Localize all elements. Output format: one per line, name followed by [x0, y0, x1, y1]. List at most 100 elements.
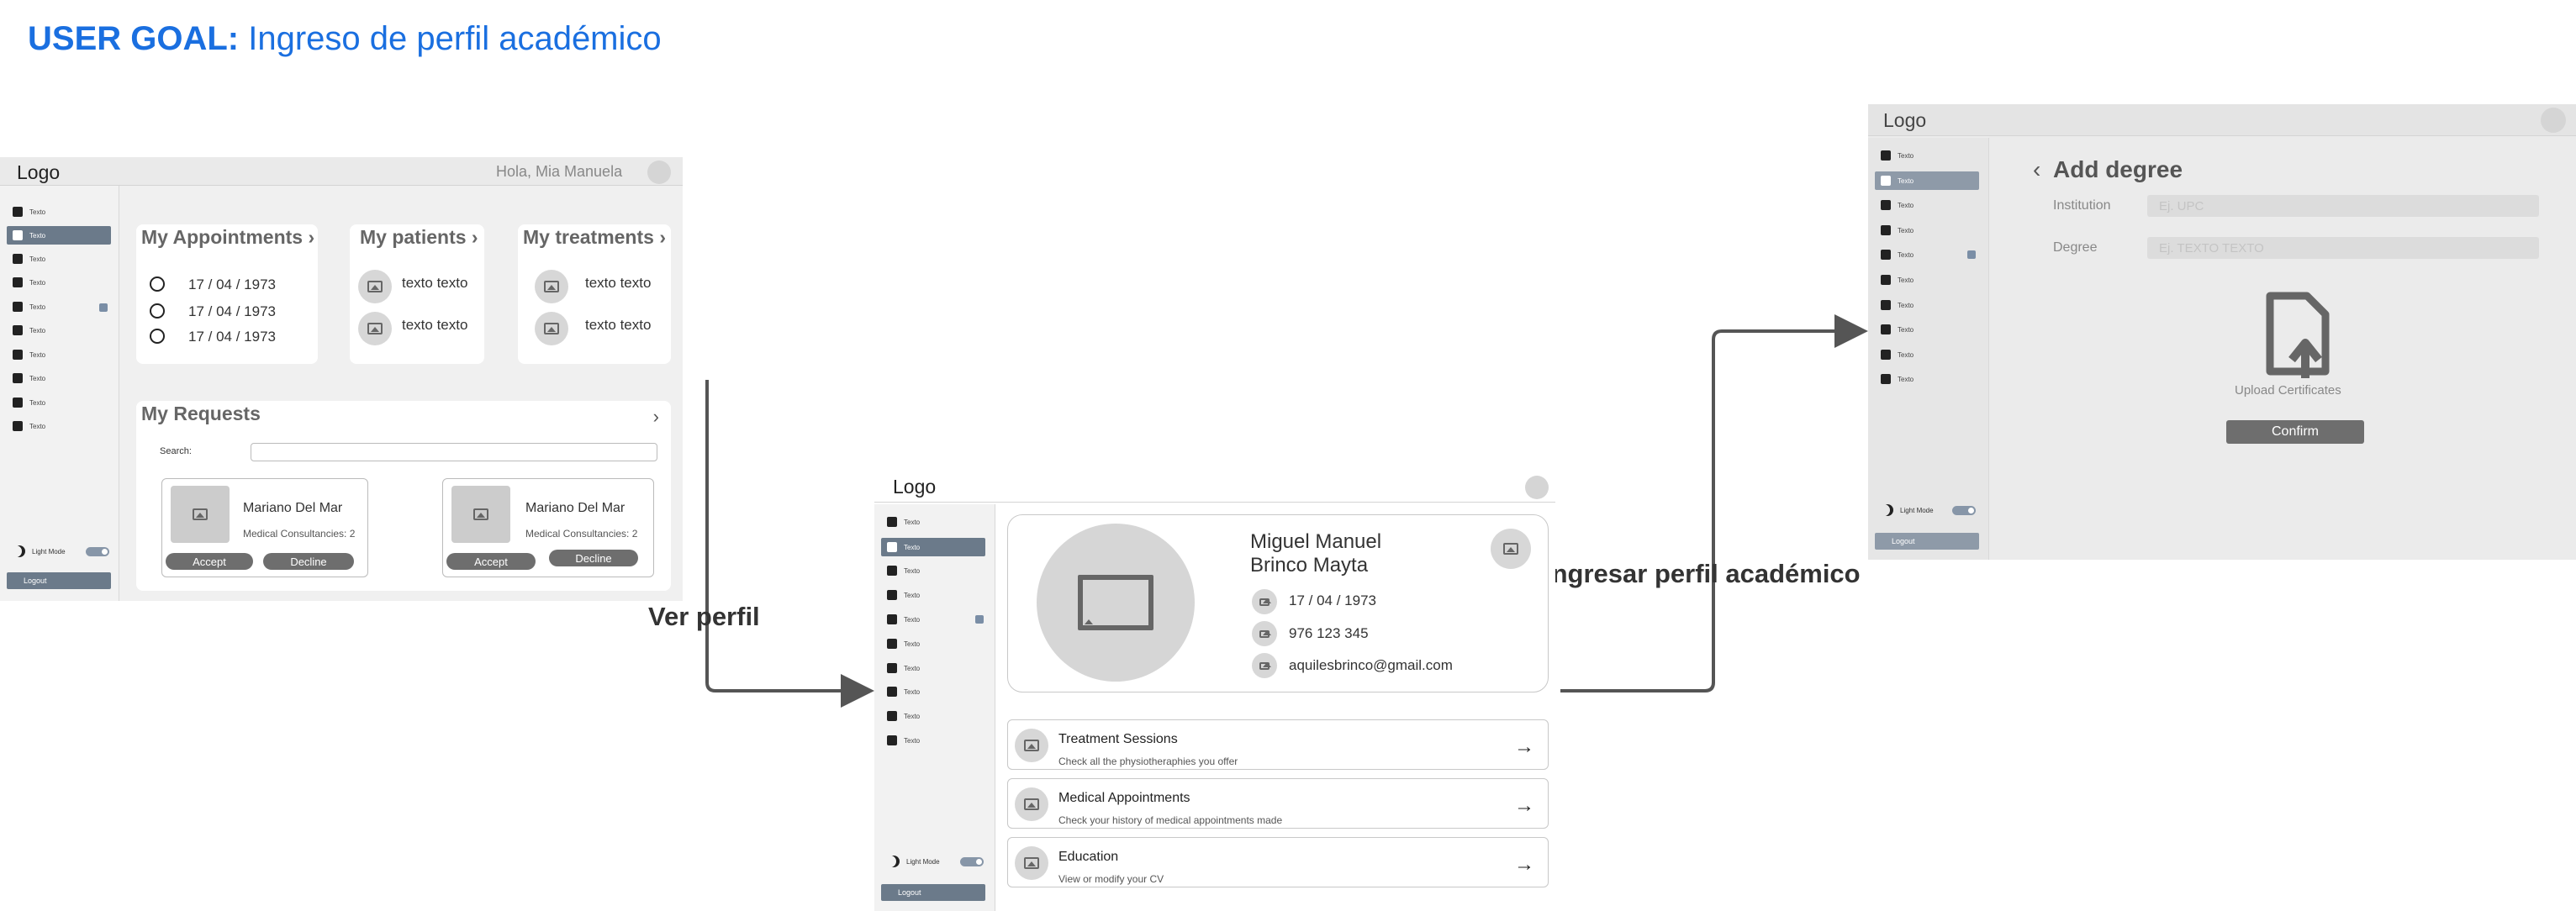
- moon-icon: [888, 856, 900, 867]
- document-icon: [1881, 225, 1891, 235]
- sidebar-item-8[interactable]: Texto: [881, 682, 985, 701]
- sidebar-item-9[interactable]: Texto: [881, 707, 985, 725]
- sidebar-item-6[interactable]: Texto: [1875, 271, 1979, 289]
- appointments-title[interactable]: My Appointments ›: [141, 226, 314, 249]
- request-photo: [171, 486, 230, 543]
- decline-button[interactable]: Decline: [263, 553, 354, 570]
- image-icon: [1259, 629, 1271, 638]
- degree-input[interactable]: Ej. TEXTO TEXTO: [2147, 237, 2539, 259]
- row-subtitle: Check your history of medical appointmen…: [1058, 814, 1283, 826]
- arrow-right-icon: →: [1514, 735, 1534, 758]
- sidebar-item-1[interactable]: Texto: [7, 203, 111, 221]
- document-icon: [13, 277, 23, 287]
- image-icon: [193, 508, 208, 520]
- sidebar-item-9[interactable]: Texto: [1875, 345, 1979, 364]
- chat-icon: [887, 614, 897, 624]
- sidebar-item-5[interactable]: Texto: [1875, 245, 1979, 264]
- light-mode-label: Light Mode: [32, 548, 66, 556]
- sidebar-item-3[interactable]: Texto: [881, 561, 985, 580]
- connector-ver-perfil: [705, 380, 874, 708]
- sidebar-item-7[interactable]: Texto: [7, 345, 111, 364]
- treatments-title[interactable]: My treatments ›: [523, 226, 666, 249]
- sidebar-item-2[interactable]: Texto: [7, 226, 111, 245]
- light-mode-toggle[interactable]: [86, 547, 109, 556]
- light-mode-toggle[interactable]: [1952, 506, 1976, 515]
- bag-icon: [1881, 300, 1891, 310]
- logout-button[interactable]: Logout: [1875, 533, 1979, 550]
- chevron-right-icon[interactable]: ›: [653, 406, 659, 428]
- search-input[interactable]: [251, 443, 657, 461]
- topbar: [1868, 104, 2576, 136]
- sidebar-item-5[interactable]: Texto: [881, 610, 985, 629]
- patients-title[interactable]: My patients ›: [360, 226, 478, 249]
- arrow-right-icon: →: [1514, 853, 1534, 876]
- accept-button[interactable]: Accept: [446, 553, 536, 570]
- profile-name-first: Miguel Manuel: [1250, 530, 1382, 553]
- sidebar-item-3[interactable]: Texto: [7, 250, 111, 268]
- avatar[interactable]: [2541, 108, 2566, 133]
- requests-title: My Requests: [141, 403, 261, 424]
- logout-button[interactable]: Logout: [881, 884, 985, 901]
- decline-button[interactable]: Decline: [549, 550, 638, 566]
- avatar[interactable]: [1525, 476, 1549, 499]
- calendar-icon: [1252, 589, 1277, 614]
- profile-birthdate: 17 / 04 / 1973: [1289, 592, 1376, 608]
- sidebar: Texto Texto Texto Texto Texto Texto Text…: [0, 186, 119, 601]
- sidebar-item-10[interactable]: Texto: [7, 417, 111, 435]
- light-mode-toggle[interactable]: [960, 857, 984, 866]
- gear-icon: [887, 711, 897, 721]
- requests-card: My Requests › Search: Mariano Del Mar Me…: [136, 401, 671, 591]
- avatar[interactable]: [647, 161, 671, 184]
- row-medical-appointments[interactable]: Medical Appointments Check your history …: [1007, 778, 1549, 829]
- back-chevron-icon[interactable]: ‹: [2033, 156, 2040, 183]
- row-treatment-sessions[interactable]: Treatment Sessions Check all the physiot…: [1007, 719, 1549, 770]
- sidebar-item-2[interactable]: Texto: [881, 538, 985, 556]
- sidebar-item-7[interactable]: Texto: [881, 659, 985, 677]
- sidebar-item-7[interactable]: Texto: [1875, 296, 1979, 314]
- image-icon: [1881, 200, 1891, 210]
- institution-input[interactable]: Ej. UPC: [2147, 195, 2539, 217]
- notification-badge: [975, 615, 984, 624]
- degree-label: Degree: [2053, 240, 2098, 255]
- sidebar-item-6[interactable]: Texto: [7, 321, 111, 340]
- bag-icon: [13, 350, 23, 360]
- sidebar-item-4[interactable]: Texto: [1875, 221, 1979, 240]
- home-icon: [1881, 150, 1891, 161]
- appointment-date: 17 / 04 / 1973: [188, 329, 276, 345]
- profile-email: aquilesbrinco@gmail.com: [1289, 657, 1453, 673]
- sidebar-item-2[interactable]: Texto: [1875, 171, 1979, 190]
- sidebar-item-1[interactable]: Texto: [1875, 146, 1979, 165]
- sidebar-item-6[interactable]: Texto: [881, 635, 985, 653]
- sidebar-item-8[interactable]: Texto: [7, 369, 111, 387]
- topbar: [874, 471, 1555, 503]
- sidebar-item-5[interactable]: Texto: [7, 298, 111, 316]
- sidebar-item-9[interactable]: Texto: [7, 393, 111, 412]
- notification-badge: [1967, 250, 1976, 259]
- apps-icon: [13, 421, 23, 431]
- sidebar-item-10[interactable]: Texto: [1875, 370, 1979, 388]
- patient-avatar: [358, 312, 392, 345]
- sidebar-item-4[interactable]: Texto: [881, 586, 985, 604]
- row-icon: [1015, 729, 1048, 762]
- upload-file-icon[interactable]: [2258, 291, 2339, 378]
- screen-profile: Logo Texto Texto Texto Texto Texto Texto…: [874, 471, 1555, 911]
- sidebar-item-4[interactable]: Texto: [7, 273, 111, 292]
- logout-button[interactable]: Logout: [7, 572, 111, 589]
- sidebar-item-10[interactable]: Texto: [881, 731, 985, 750]
- gear-icon: [1881, 350, 1891, 360]
- request-card: Mariano Del Mar Medical Consultancies: 2…: [442, 478, 654, 577]
- gear-icon: [13, 398, 23, 408]
- row-education[interactable]: Education View or modify your CV →: [1007, 837, 1549, 887]
- logo: Logo: [893, 476, 937, 498]
- chat-icon: [1881, 250, 1891, 260]
- notification-badge: [99, 303, 108, 312]
- confirm-button[interactable]: Confirm: [2226, 420, 2364, 444]
- sidebar-item-1[interactable]: Texto: [881, 513, 985, 531]
- sidebar-item-8[interactable]: Texto: [1875, 320, 1979, 339]
- edit-icon: [887, 542, 897, 552]
- accept-button[interactable]: Accept: [166, 553, 253, 570]
- page-title: Add degree: [2053, 156, 2183, 182]
- edit-photo-button[interactable]: [1491, 529, 1531, 569]
- moon-icon: [13, 545, 25, 557]
- sidebar-item-3[interactable]: Texto: [1875, 196, 1979, 214]
